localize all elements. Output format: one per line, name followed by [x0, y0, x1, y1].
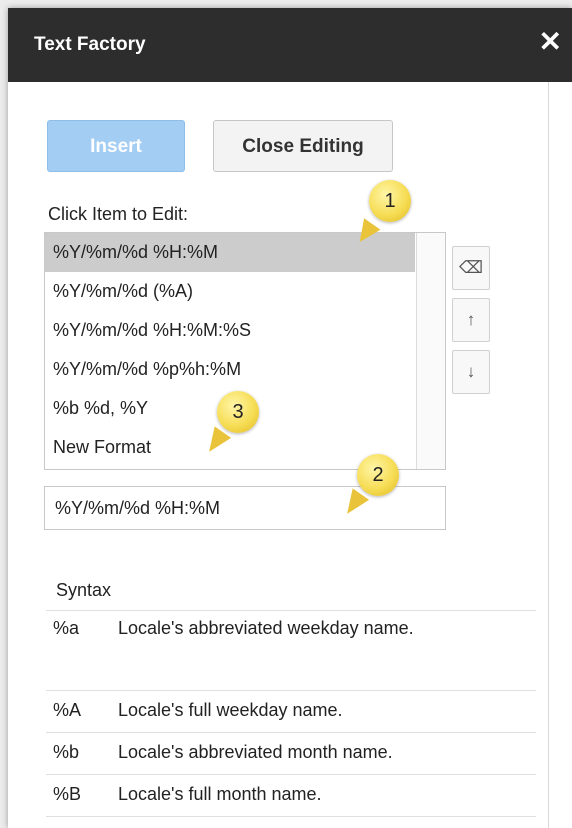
- list-scrollbar[interactable]: [416, 233, 445, 469]
- divider: [46, 816, 536, 817]
- syntax-description: Locale's full weekday name.: [118, 700, 343, 720]
- text-factory-panel: Text Factory ✕ Insert Close Editing Clic…: [8, 8, 572, 828]
- divider: [46, 610, 536, 611]
- list-item[interactable]: %Y/%m/%d (%A): [45, 272, 415, 311]
- format-list[interactable]: %Y/%m/%d %H:%M %Y/%m/%d (%A) %Y/%m/%d %H…: [44, 232, 446, 470]
- syntax-description: Locale's abbreviated weekday name.: [118, 618, 414, 638]
- arrow-down-icon: ↓: [466, 362, 476, 381]
- move-up-button[interactable]: ↑: [452, 298, 490, 342]
- divider: [46, 732, 536, 733]
- panel-divider: [548, 82, 549, 828]
- title-bar: Text Factory ✕: [8, 8, 572, 82]
- syntax-heading: Syntax: [56, 580, 112, 600]
- callout-badge-2: 2: [357, 454, 399, 496]
- move-down-button[interactable]: ↓: [452, 350, 490, 394]
- backspace-icon: ⌫: [458, 258, 484, 277]
- callout-badge-1: 1: [369, 180, 411, 222]
- syntax-code: %a: [53, 618, 80, 638]
- list-label: Click Item to Edit:: [48, 204, 189, 224]
- arrow-up-icon: ↑: [466, 310, 476, 329]
- syntax-code: %b: [53, 742, 80, 762]
- divider: [46, 774, 536, 775]
- close-editing-button[interactable]: Close Editing: [213, 120, 393, 172]
- syntax-description: Locale's full month name.: [118, 784, 322, 804]
- syntax-code: %B: [53, 784, 82, 804]
- list-item[interactable]: New Format: [45, 428, 415, 467]
- callout-badge-3: 3: [217, 391, 259, 433]
- divider: [46, 690, 536, 691]
- list-item[interactable]: %Y/%m/%d %H:%M:%S: [45, 311, 415, 350]
- insert-button[interactable]: Insert: [47, 120, 185, 172]
- close-icon[interactable]: ✕: [539, 28, 562, 56]
- list-item[interactable]: %Y/%m/%d %p%h:%M: [45, 350, 415, 389]
- syntax-description: Locale's abbreviated month name.: [118, 742, 393, 762]
- syntax-code: %A: [53, 700, 82, 720]
- delete-button[interactable]: ⌫: [452, 246, 490, 290]
- window-title: Text Factory: [34, 34, 146, 55]
